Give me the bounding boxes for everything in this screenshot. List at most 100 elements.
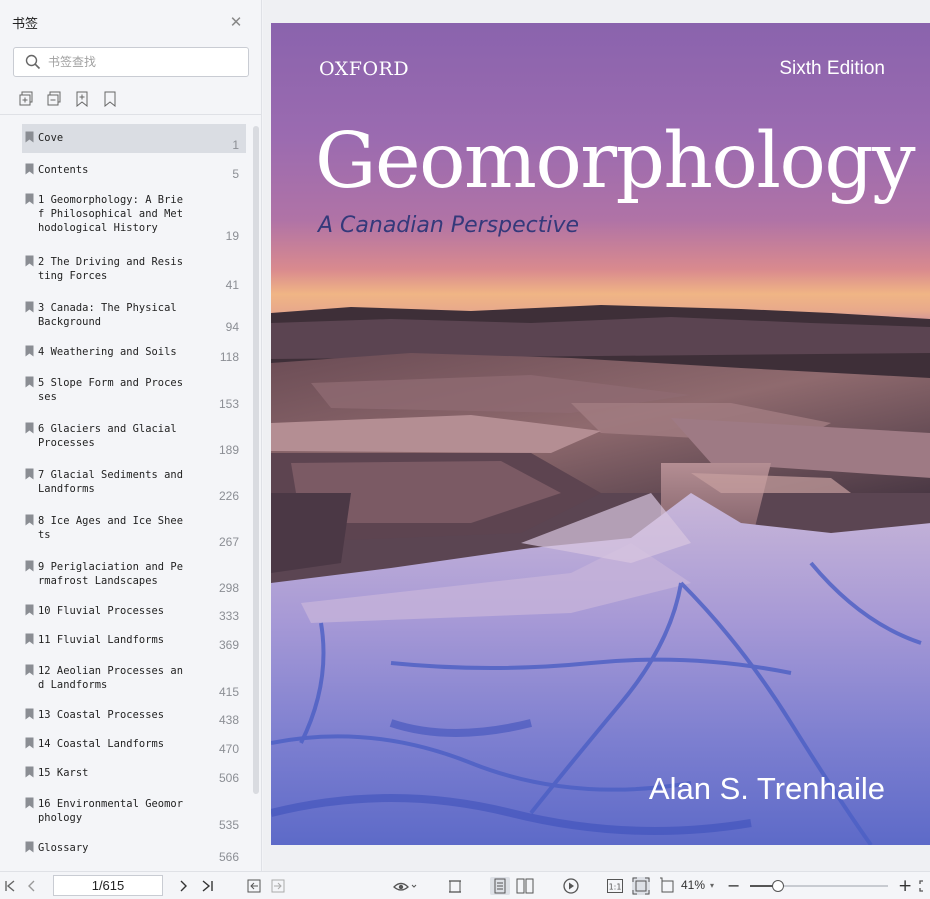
bookmark-item[interactable]: 14 Coastal Landforms 470 [22, 730, 246, 758]
book-author: Alan S. Trenhaile [648, 771, 885, 806]
bookmark-label: 6 Glaciers and Glacial Processes [38, 423, 177, 449]
bookmark-icon [25, 664, 34, 676]
play-icon[interactable] [562, 877, 580, 895]
last-page-icon[interactable] [201, 877, 214, 895]
page-number-input[interactable]: 1/615 [53, 875, 163, 896]
bookmark-icon [25, 255, 34, 267]
bookmark-item[interactable]: Contents 5 [22, 156, 246, 182]
bookmark-icon [25, 604, 34, 616]
book-cover-page: OXFORD Sixth Edition Geomorphology A Can… [271, 23, 930, 845]
bookmark-item[interactable]: 10 Fluvial Processes 333 [22, 597, 246, 625]
bookmark-page-number: 415 [218, 685, 239, 699]
bookmark-item[interactable]: Glossary 566 [22, 834, 246, 868]
bookmark-icon [25, 376, 34, 388]
bookmark-icon [25, 633, 34, 645]
bookmark-item[interactable]: 8 Ice Ages and Ice Sheets 267 [22, 507, 246, 549]
bookmark-item[interactable]: 3 Canada: The Physical Background 94 [22, 294, 246, 336]
bookmark-page-number: 226 [218, 489, 239, 503]
bookmark-label: 8 Ice Ages and Ice Sheets [38, 515, 184, 541]
collapse-all-icon[interactable] [47, 91, 61, 107]
fullscreen-icon[interactable] [918, 877, 930, 895]
bookmark-item[interactable]: 13 Coastal Processes 438 [22, 701, 246, 729]
book-title: Geomorphology [315, 117, 916, 206]
bookmark-tools [19, 91, 117, 109]
bookmark-label: 14 Coastal Landforms [38, 738, 165, 750]
bookmark-page-number: 333 [218, 609, 239, 623]
edition-label: Sixth Edition [779, 58, 885, 79]
bookmark-label: 9 Periglaciation and Permafrost Landscap… [38, 561, 184, 587]
first-page-icon[interactable] [4, 877, 16, 895]
zoom-slider-handle[interactable] [771, 880, 784, 892]
bookmark-page-number: 118 [219, 350, 239, 364]
double-page-icon[interactable] [515, 877, 535, 895]
bookmark-page-number: 470 [218, 742, 239, 756]
rotate-icon[interactable] [659, 877, 677, 895]
close-icon[interactable]: ✕ [229, 15, 243, 30]
single-page-icon[interactable] [490, 877, 510, 895]
bookmark-label: 5 Slope Form and Processes [38, 377, 184, 403]
bookmark-page-number: 19 [225, 229, 239, 243]
bookmark-label: Glossary [38, 842, 89, 854]
bookmark-label: 1 Geomorphology: A Brief Philosophical a… [38, 194, 184, 234]
forward-icon[interactable] [271, 877, 285, 895]
bookmark-item[interactable]: Cove 1 [22, 124, 246, 153]
sidebar-scrollbar[interactable] [253, 126, 259, 794]
bookmark-label: 12 Aeolian Processes and Landforms [38, 665, 184, 691]
bookmark-page-number: 189 [218, 443, 239, 457]
bookmark-item[interactable]: 4 Weathering and Soils 118 [22, 338, 246, 366]
bookmark-page-number: 506 [218, 771, 239, 785]
bookmark-label: Contents [38, 164, 89, 176]
add-bookmark-icon[interactable] [75, 91, 89, 107]
bookmark-item[interactable]: 6 Glaciers and Glacial Processes 189 [22, 415, 246, 457]
bookmark-label: 7 Glacial Sediments and Landforms [38, 469, 184, 495]
bookmark-page-number: 267 [218, 535, 239, 549]
prev-page-icon[interactable] [26, 877, 36, 895]
actual-size-icon[interactable]: 1:1 [606, 877, 624, 895]
bookmark-icon[interactable] [103, 91, 117, 107]
fit-page-icon[interactable] [632, 877, 650, 895]
bookmark-label: 13 Coastal Processes [38, 709, 165, 721]
sidebar-divider [0, 114, 261, 115]
next-page-icon[interactable] [179, 877, 189, 895]
bookmark-label: 15 Karst [38, 767, 89, 779]
bookmark-search-input[interactable] [48, 53, 238, 71]
bookmark-icon [25, 841, 34, 853]
bookmark-icon [25, 163, 34, 175]
eye-protection-icon[interactable] [392, 877, 418, 895]
bookmark-item[interactable]: 5 Slope Form and Processes 153 [22, 369, 246, 411]
zoom-level[interactable]: 41% [681, 878, 705, 892]
document-view: OXFORD Sixth Edition Geomorphology A Can… [263, 0, 930, 871]
bookmark-item[interactable]: 7 Glacial Sediments and Landforms 226 [22, 461, 246, 503]
bookmark-item[interactable]: 15 Karst 506 [22, 759, 246, 787]
back-icon[interactable] [247, 877, 261, 895]
bookmark-item[interactable]: 1 Geomorphology: A Brief Philosophical a… [22, 186, 246, 246]
zoom-out-icon[interactable]: − [727, 877, 740, 895]
bookmark-page-number: 153 [218, 397, 239, 411]
bookmark-icon [25, 797, 34, 809]
bookmark-icon [25, 514, 34, 526]
bookmark-item[interactable]: 2 The Driving and Resisting Forces 41 [22, 248, 246, 292]
sidebar-title: 书签 [12, 17, 39, 32]
zoom-dropdown-icon[interactable]: ▾ [708, 877, 716, 895]
bookmark-page-number: 298 [218, 581, 239, 595]
bookmark-search-box[interactable] [13, 47, 249, 77]
bookmark-label: 11 Fluvial Landforms [38, 634, 165, 646]
sidebar-header: 书签 ✕ [12, 13, 249, 33]
bookmark-item[interactable]: 11 Fluvial Landforms 369 [22, 626, 246, 654]
bookmark-page-number: 1 [232, 138, 239, 152]
bookmark-label: 16 Environmental Geomorphology [38, 798, 184, 824]
bookmark-sidebar: 书签 ✕ Cove 1 Contents 5 1 Geomorphology: A Br… [0, 0, 262, 871]
book-subtitle: A Canadian Perspective [318, 213, 580, 238]
bookmark-icon [25, 301, 34, 313]
zoom-slider[interactable] [750, 880, 888, 892]
bookmark-icon [25, 766, 34, 778]
bookmark-icon [25, 345, 34, 357]
bookmark-item[interactable]: 12 Aeolian Processes and Landforms 415 [22, 657, 246, 699]
zoom-in-icon[interactable]: + [898, 877, 912, 895]
bookmark-label: 3 Canada: The Physical Background [38, 302, 177, 328]
bookmark-label: 10 Fluvial Processes [38, 605, 165, 617]
expand-all-icon[interactable] [19, 91, 33, 107]
bookmark-item[interactable]: 9 Periglaciation and Permafrost Landscap… [22, 553, 246, 595]
fit-width-icon[interactable] [447, 877, 463, 895]
bookmark-item[interactable]: 16 Environmental Geomorphology 535 [22, 790, 246, 832]
